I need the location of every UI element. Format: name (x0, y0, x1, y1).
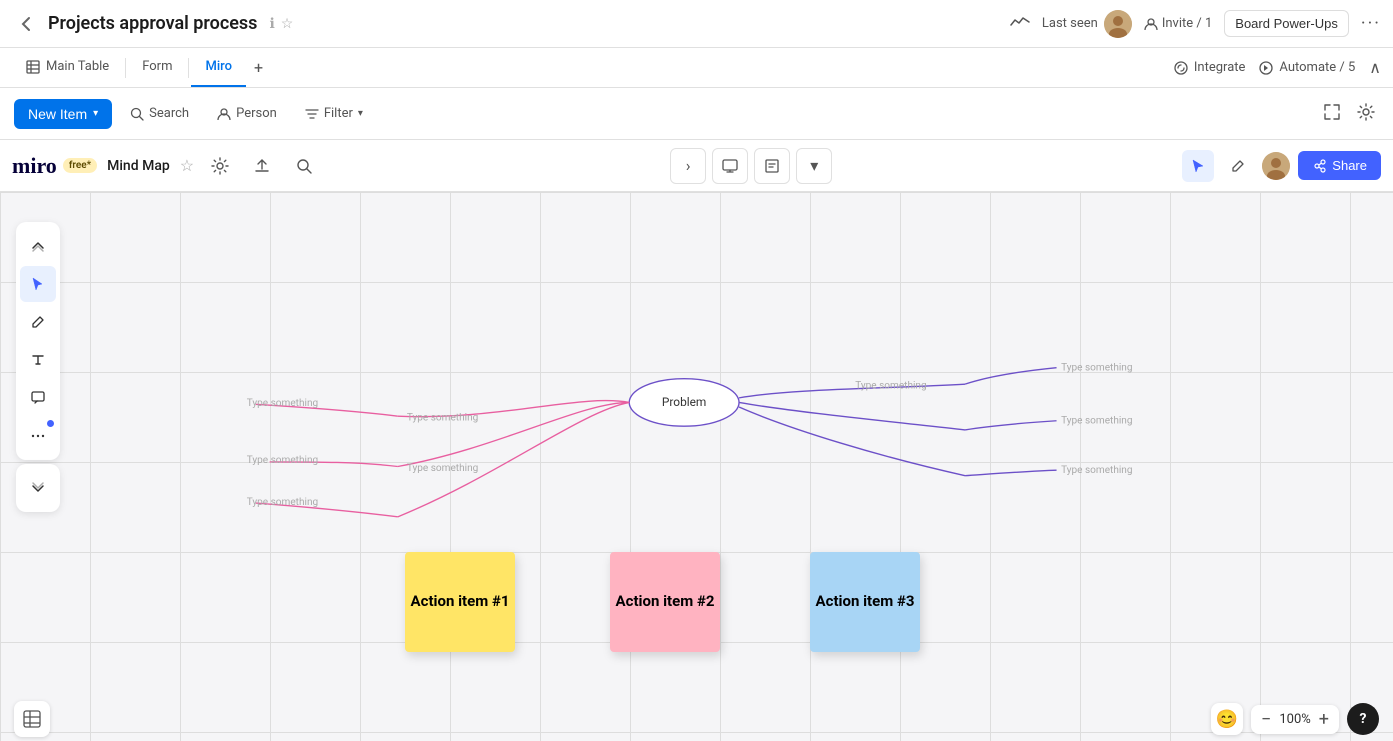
emoji-button[interactable]: 😊 (1211, 703, 1243, 735)
miro-cursor-tool[interactable] (20, 266, 56, 302)
miro-chevron-button[interactable]: › (670, 148, 706, 184)
tab-bar-left: Main Table Form Miro + (12, 48, 271, 87)
star-icon[interactable]: ☆ (281, 16, 294, 32)
toolbar-left: New Item ▾ Search Person Filter ▾ (14, 99, 373, 129)
miro-logo-text: miro (12, 153, 57, 179)
header-right: Last seen Invite / 1 Board Power-Ups ··· (1010, 10, 1381, 38)
miro-topbar-mid: › ▾ (670, 148, 832, 184)
miro-pen-tool[interactable] (20, 304, 56, 340)
miro-search-button[interactable] (288, 150, 320, 182)
tab-add-button[interactable]: + (246, 58, 271, 77)
miro-pen-button[interactable] (1222, 150, 1254, 182)
svg-text:Type something: Type something (247, 497, 318, 508)
sticky-note-3[interactable]: Action item #3 (810, 552, 920, 652)
miro-text-tool[interactable] (20, 342, 56, 378)
svg-text:Type something: Type something (247, 455, 318, 466)
miro-tool-group-main (16, 222, 60, 460)
integrate-button[interactable]: Integrate (1174, 60, 1246, 75)
table-view-button[interactable] (14, 701, 50, 737)
miro-tool-group-secondary (16, 464, 60, 512)
miro-topbar: miro free* Mind Map ☆ › ▾ (0, 140, 1393, 192)
miro-expand-button[interactable]: ▾ (796, 148, 832, 184)
person-button[interactable]: Person (207, 100, 287, 127)
miro-scroll-down-tool[interactable] (20, 470, 56, 506)
toolbar: New Item ▾ Search Person Filter ▾ (0, 88, 1393, 140)
svg-text:Type something: Type something (1061, 362, 1132, 373)
filter-button[interactable]: Filter ▾ (295, 100, 373, 127)
settings-button[interactable] (1353, 99, 1379, 129)
board-power-ups-button[interactable]: Board Power-Ups (1224, 10, 1349, 37)
bottom-left (14, 701, 50, 737)
miro-upload-button[interactable] (246, 150, 278, 182)
automate-button[interactable]: Automate / 5 (1259, 60, 1355, 75)
tab-form[interactable]: Form (128, 48, 186, 87)
expand-button[interactable] (1319, 99, 1345, 129)
zoom-controls: − 100% + (1251, 705, 1339, 734)
miro-user-avatar (1262, 152, 1290, 180)
miro-scroll-up-tool[interactable] (20, 228, 56, 264)
miro-notes-button[interactable] (754, 148, 790, 184)
miro-container: miro free* Mind Map ☆ › ▾ (0, 140, 1393, 741)
tab-bar: Main Table Form Miro + Integrate Automat… (0, 48, 1393, 88)
bottom-right: 😊 − 100% + ? (1211, 703, 1379, 735)
filter-chevron-icon: ▾ (358, 108, 363, 119)
sticky-note-1[interactable]: Action item #1 (405, 552, 515, 652)
header-left: Projects approval process ℹ ☆ (12, 10, 293, 38)
zoom-out-button[interactable]: − (1261, 709, 1271, 730)
new-item-button[interactable]: New Item ▾ (14, 99, 112, 129)
svg-text:Type something: Type something (407, 463, 478, 474)
svg-text:Type something: Type something (1061, 415, 1132, 426)
miro-more-tool[interactable] (20, 418, 56, 454)
svg-text:Type something: Type something (247, 398, 318, 409)
tab-divider (125, 58, 126, 78)
miro-share-button[interactable]: Share (1298, 151, 1381, 180)
last-seen: Last seen (1042, 10, 1132, 38)
more-button[interactable]: ··· (1361, 13, 1381, 34)
miro-present-button[interactable] (712, 148, 748, 184)
miro-cursor-icon (1182, 150, 1214, 182)
svg-text:Type something: Type something (407, 413, 478, 424)
miro-topbar-left: miro free* Mind Map ☆ (12, 150, 320, 182)
analytics-icon[interactable] (1010, 14, 1030, 33)
toolbar-right (1319, 99, 1379, 129)
tab-miro[interactable]: Miro (191, 48, 246, 87)
miro-topbar-right: Share (1182, 150, 1381, 182)
title-icons: ℹ ☆ (269, 16, 293, 32)
miro-settings-button[interactable] (204, 150, 236, 182)
info-icon[interactable]: ℹ (269, 16, 274, 32)
tab-divider-2 (188, 58, 189, 78)
miro-sidebar (16, 222, 60, 681)
invite-button[interactable]: Invite / 1 (1144, 16, 1212, 31)
svg-text:Problem: Problem (662, 395, 706, 409)
tab-bar-right: Integrate Automate / 5 ∧ (1174, 58, 1381, 77)
new-item-chevron-icon: ▾ (93, 108, 98, 119)
svg-text:Type something: Type something (855, 381, 926, 392)
miro-bottombar: 😊 − 100% + ? (0, 697, 1393, 741)
miro-free-badge: free* (63, 158, 97, 173)
search-button[interactable]: Search (120, 100, 199, 127)
miro-star-icon[interactable]: ☆ (180, 156, 194, 175)
collapse-button[interactable]: ∧ (1369, 58, 1381, 77)
miro-comment-tool[interactable] (20, 380, 56, 416)
canvas-area[interactable]: Problem Type something Type something Ty… (0, 192, 1393, 741)
page-title: Projects approval process (48, 13, 257, 34)
svg-text:Type something: Type something (1061, 465, 1132, 476)
sticky-note-2[interactable]: Action item #2 (610, 552, 720, 652)
top-header: Projects approval process ℹ ☆ Last seen … (0, 0, 1393, 48)
zoom-percent: 100% (1279, 712, 1310, 727)
back-button[interactable] (12, 10, 40, 38)
zoom-in-button[interactable]: + (1319, 709, 1329, 730)
avatar (1104, 10, 1132, 38)
miro-board-name: Mind Map (107, 158, 170, 174)
tab-main-table[interactable]: Main Table (12, 48, 123, 87)
miro-logo: miro free* (12, 153, 97, 179)
help-button[interactable]: ? (1347, 703, 1379, 735)
mindmap-svg: Problem Type something Type something Ty… (0, 192, 1393, 741)
